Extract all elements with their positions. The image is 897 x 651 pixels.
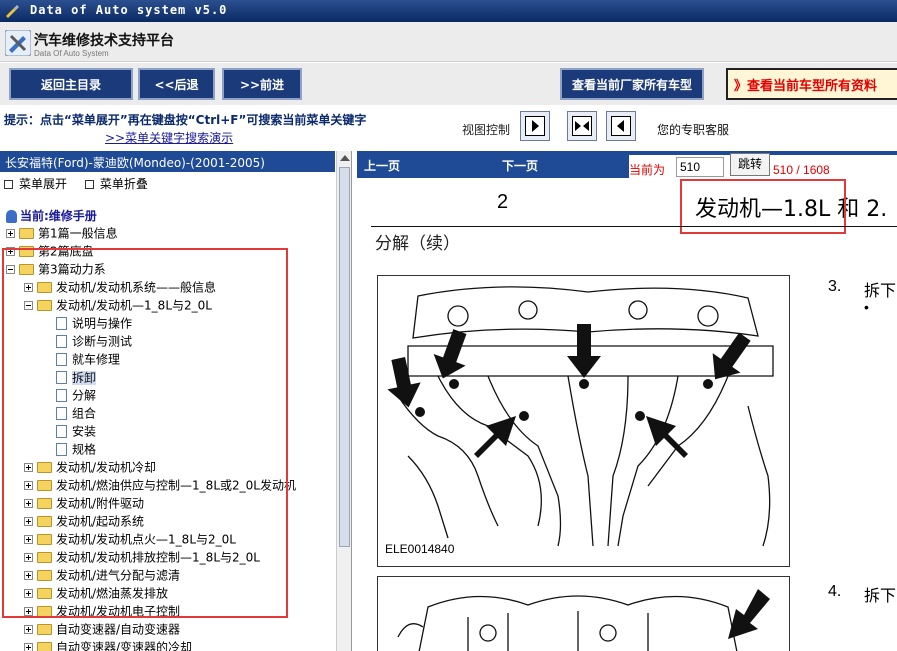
page-nav-bar: 上一页 下一页 当前为 跳转 510 / 1608 [357,151,897,178]
next-page-link[interactable]: 下一页 [502,157,538,174]
current-manual: 当前:维修手册 [6,207,97,224]
back-button[interactable]: <<后退 [138,68,215,100]
view-split-button[interactable] [567,111,597,141]
manual-page: 2 发动机—1.8L 和 2. 分解（续） ELE0014840 3. 拆下 •… [357,179,897,651]
brand-subtitle: Data Of Auto System [34,49,109,58]
expand-toggle-icon[interactable] [6,229,15,238]
tree-scrollbar[interactable] [336,151,351,651]
tree-node[interactable]: 自动变速器/自动变速器 [24,620,180,638]
highlight-box [2,248,288,618]
all-models-button[interactable]: 查看当前厂家所有车型 [560,68,704,100]
step-4-number: 4. [828,583,842,600]
window-titlebar: Data of Auto system v5.0 [0,0,897,22]
folder-icon [19,228,34,239]
brand-bar: 汽车维修技术支持平台 Data Of Auto System [0,22,897,62]
page-number-input[interactable] [676,157,724,177]
engine-diagram-image [387,286,774,547]
brand-title: 汽车维修技术支持平台 [34,33,174,49]
hint-bar: 提示：点击“菜单展开”再在键盘按“Ctrl+F”可搜索当前菜单关键字 >>菜单关… [0,107,897,149]
folder-icon [37,642,52,651]
nav-bar: 返回主目录 <<后退 >>前进 查看当前厂家所有车型 》查看当前车型所有资料 [0,63,897,105]
scroll-thumb[interactable] [339,167,350,547]
view-right-icon [525,116,545,136]
expand-toggle-icon[interactable] [24,643,33,651]
view-left-icon [611,116,631,136]
manual-icon [6,210,17,223]
search-demo-link[interactable]: >>菜单关键字搜索演示 [105,129,233,146]
step-3-number: 3. [828,278,842,295]
home-button[interactable]: 返回主目录 [9,68,133,100]
section-subtitle: 分解（续） [375,234,460,254]
vehicle-header: 长安福特(Ford)-蒙迪欧(Mondeo)-(2001-2005) [0,151,335,172]
prev-page-link[interactable]: 上一页 [364,157,400,174]
step-3-text: 拆下 [864,283,897,300]
document-panel: 上一页 下一页 当前为 跳转 510 / 1608 2 发动机—1.8L 和 2… [357,151,897,651]
view-expand-left-button[interactable] [606,111,636,141]
window-title: Data of Auto system v5.0 [30,3,228,17]
expand-menu-button[interactable]: 菜单展开 [4,177,67,191]
step-4-text: 拆下 [864,588,897,605]
collapse-label: 菜单折叠 [99,177,148,191]
tools-logo-icon [5,30,31,56]
figure-intake-manifold [377,576,790,651]
figure-id-label: ELE0014840 [385,542,455,556]
tree-node[interactable]: 自动变速器/变速器的冷却 [24,638,192,651]
current-model-button[interactable]: 》查看当前车型所有资料 [726,68,897,100]
folder-icon [37,624,52,635]
view-expand-right-button[interactable] [520,111,550,141]
expand-icon [4,180,13,189]
view-split-icon [572,116,592,136]
intake-diagram-image [397,589,770,651]
current-page-label: 当前为 [629,163,666,177]
tree-actions: 菜单展开 菜单折叠 [4,175,162,192]
collapse-menu-button[interactable]: 菜单折叠 [84,177,148,191]
collapse-icon [84,180,94,189]
figure-exhaust-manifold: ELE0014840 [377,275,790,567]
menu-tree-panel: 长安福特(Ford)-蒙迪欧(Mondeo)-(2001-2005) 菜单展开 … [0,151,352,651]
expand-label: 菜单展开 [19,177,68,191]
forward-button[interactable]: >>前进 [222,68,302,100]
step-3-bullet: • [864,299,869,315]
app-icon [6,5,19,18]
page-number: 2 [497,191,509,213]
title-rule [371,226,897,227]
tree-node[interactable]: 第1篇一般信息 [6,224,118,242]
view-control-label: 视图控制 [462,123,511,137]
goto-page-button[interactable]: 跳转 [730,153,770,176]
current-manual-label: 当前:维修手册 [20,209,97,223]
page-count: 510 / 1608 [773,163,830,177]
expand-toggle-icon[interactable] [24,625,33,634]
service-label: 您的专职客服 [657,123,730,137]
search-hint: 提示：点击“菜单展开”再在键盘按“Ctrl+F”可搜索当前菜单关键字 [4,113,367,127]
scroll-up-icon[interactable] [340,155,350,161]
